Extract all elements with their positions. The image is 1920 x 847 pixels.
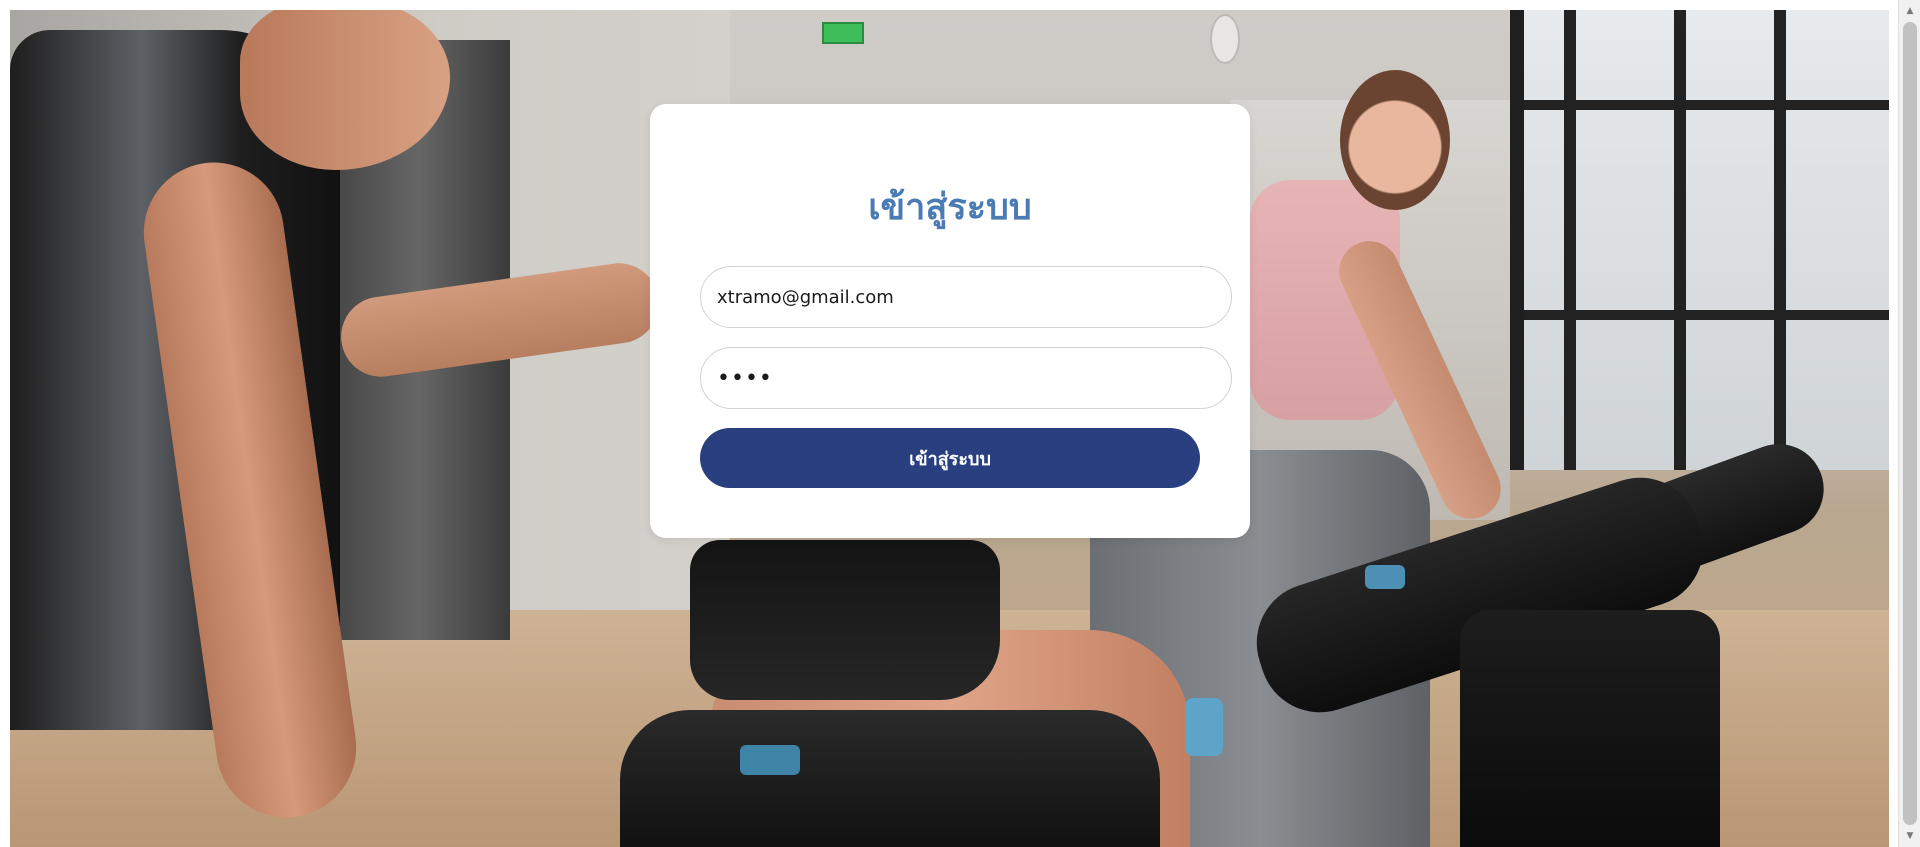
wall-clock: [1210, 14, 1240, 64]
photo-window: [1510, 10, 1889, 470]
vertical-scrollbar[interactable]: ▲ ▼: [1898, 0, 1920, 847]
bike-frame-right: [1460, 610, 1720, 847]
woman-center-shorts: [690, 540, 1000, 700]
email-field[interactable]: [700, 266, 1232, 328]
login-button[interactable]: เข้าสู่ระบบ: [700, 428, 1200, 488]
exit-sign: [822, 22, 864, 44]
bike-bottle: [1185, 698, 1223, 756]
woman-right-head: [1340, 70, 1450, 210]
login-title: เข้าสู่ระบบ: [868, 187, 1032, 228]
bike-handlebar-front: [620, 710, 1160, 847]
bike-knob: [1365, 565, 1405, 589]
password-field[interactable]: [700, 347, 1232, 409]
page: เข้าสู่ระบบ เข้าสู่ระบบ ▲ ▼: [0, 0, 1920, 847]
scroll-down-icon[interactable]: ▼: [1899, 827, 1920, 845]
bike-knob-front: [740, 745, 800, 775]
login-form: เข้าสู่ระบบ เข้าสู่ระบบ: [650, 104, 1250, 538]
scroll-thumb[interactable]: [1903, 22, 1917, 825]
scroll-up-icon[interactable]: ▲: [1899, 2, 1920, 20]
